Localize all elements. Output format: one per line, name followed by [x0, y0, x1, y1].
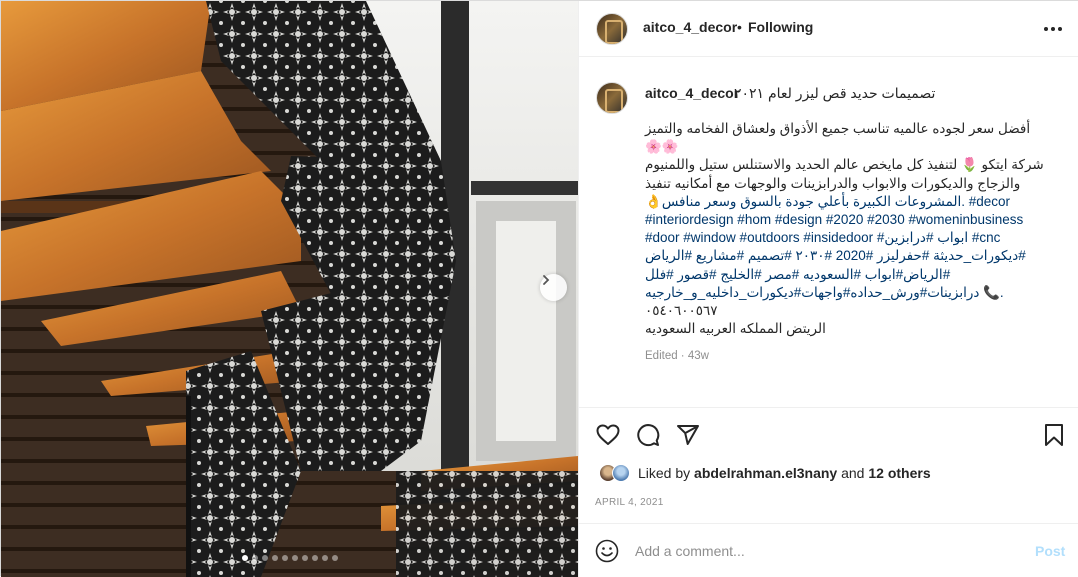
likes-text: Liked by abdelrahman.el3nany and 12 othe… — [638, 465, 931, 481]
more-horizontal-icon — [1044, 27, 1062, 31]
post-comment-button[interactable]: Post — [1035, 543, 1065, 559]
likes-others-link[interactable]: 12 others — [868, 465, 930, 481]
carousel-dot — [271, 555, 278, 561]
caption-line: #interiordesign #hom #design #2020 #2030… — [645, 212, 1024, 228]
post-header: aitco_4_decor • Following — [579, 1, 1078, 57]
post-dialog: aitco_4_decor • Following aitco_4_decor … — [0, 0, 1078, 577]
caption-line: 👌المشروعات الكبيرة بأعلي جودة بالسوق وسع… — [645, 193, 1011, 209]
comment-icon — [637, 424, 660, 447]
carousel-dot — [281, 555, 288, 561]
caption-line: ٠٥٤٠٦٠٠٥٦٧ — [645, 303, 718, 319]
caption-line: أفضل سعر لجوده عالميه تناسب جميع الأذواق… — [645, 121, 1031, 136]
more-options-button[interactable] — [1041, 17, 1065, 41]
caption-line: #door #window #outdoors #insidedoor #ابو… — [645, 230, 1001, 246]
action-bar — [579, 416, 1078, 456]
likes-and: and — [841, 465, 865, 481]
bookmark-icon — [1045, 424, 1063, 446]
header-username[interactable]: aitco_4_decor — [643, 19, 737, 35]
caption-line: 🌸🌸 — [645, 139, 679, 155]
likes-summary: Liked by abdelrahman.el3nany and 12 othe… — [595, 463, 1065, 483]
comment-bar: Post — [579, 523, 1078, 577]
liker-username[interactable]: abdelrahman.el3nany — [694, 465, 837, 481]
share-icon — [677, 425, 699, 445]
carousel-dot — [321, 555, 328, 561]
carousel-dot — [301, 555, 308, 561]
comment-input[interactable] — [635, 541, 1015, 561]
heart-icon — [596, 424, 620, 445]
comment-button[interactable] — [635, 422, 661, 448]
caption-line: درابزينات#ورش_حداده#واجهات#ديكورات_داخلي… — [645, 284, 1004, 300]
share-button[interactable] — [675, 422, 701, 448]
emoji-button[interactable] — [595, 539, 619, 563]
avatar[interactable] — [596, 13, 628, 45]
caption-avatar[interactable] — [596, 82, 628, 114]
save-button[interactable] — [1041, 422, 1067, 448]
post-media[interactable] — [1, 1, 578, 577]
chevron-right-icon — [543, 275, 550, 285]
carousel-dot — [311, 555, 318, 561]
carousel-indicator — [1, 555, 578, 561]
following-button[interactable]: Following — [748, 19, 813, 35]
caption-section: aitco_4_decor تصميمات حديد قص ليزر لعام … — [579, 58, 1078, 408]
separator-dot: • — [737, 19, 742, 35]
post-side-panel: aitco_4_decor • Following aitco_4_decor … — [578, 1, 1078, 577]
like-button[interactable] — [595, 422, 621, 448]
caption-line: الريتض المملكه العربيه السعوديه — [645, 321, 826, 337]
carousel-dot — [241, 555, 248, 561]
carousel-dot — [251, 555, 258, 561]
carousel-dot — [331, 555, 338, 561]
smiley-icon — [595, 539, 619, 563]
caption-text: أفضل سعر لجوده عالميه تناسب جميع الأذواق… — [645, 120, 1065, 338]
next-slide-button[interactable] — [540, 274, 567, 301]
caption-line: الرياض#ابواب #السعوديه #مصر #الخليج #قصو… — [645, 266, 951, 282]
edited-timestamp: Edited · 43w — [645, 350, 709, 362]
staircase-photo — [1, 1, 578, 577]
likes-prefix: Liked by — [638, 465, 691, 481]
caption-line: والزجاج والديكورات والابواب والدرابزينات… — [645, 175, 1021, 191]
carousel-dot — [291, 555, 298, 561]
post-date[interactable]: APRIL 4, 2021 — [595, 497, 664, 508]
caption-line: ديكورات_حديثة #حفرليزر #2020 #٢٠٣٠ #تصمي… — [645, 248, 1026, 264]
caption-username[interactable]: aitco_4_decor — [645, 85, 739, 101]
caption-title: تصميمات حديد قص ليزر لعام ٢٠٢١ — [734, 85, 936, 101]
caption-line: شركة ايتكو 🌷 لتنفيذ كل مايخص عالم الحديد… — [645, 157, 1044, 173]
carousel-dot — [261, 555, 268, 561]
liker-avatar[interactable] — [612, 464, 630, 482]
